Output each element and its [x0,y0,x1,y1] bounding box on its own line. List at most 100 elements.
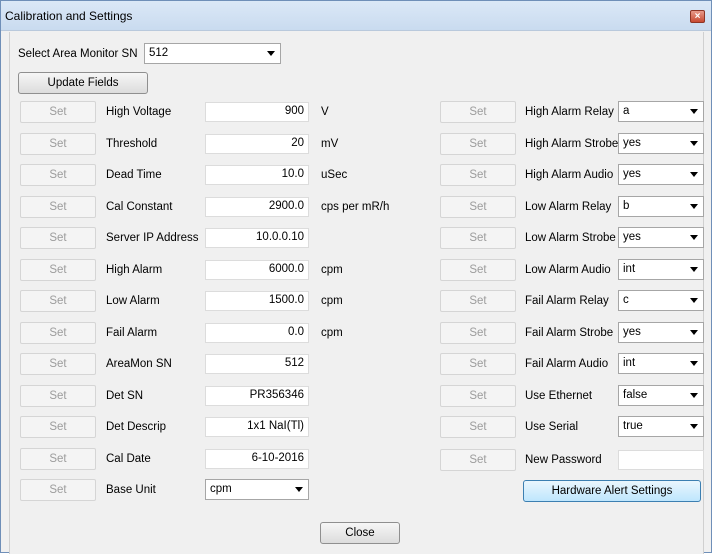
low-alarm-unit: cpm [321,295,343,307]
set-fail-alarm-strobe-button[interactable]: Set [440,321,516,344]
title-bar: Calibration and Settings × [1,1,711,31]
set-high-alarm-button[interactable]: Set [20,258,96,281]
fail-alarm-audio-select[interactable]: int [618,353,704,374]
monitor-sn-select[interactable]: 512 [144,43,281,64]
high-alarm-audio-value: yes [623,168,641,180]
low-alarm-audio-label: Low Alarm Audio [525,263,611,276]
use-ethernet-select[interactable]: false [618,384,704,406]
set-cal-constant-button[interactable]: Set [20,195,96,218]
chevron-down-icon [690,298,698,303]
high-alarm-relay-label: High Alarm Relay [525,106,614,118]
use-serial-label: Use Serial [525,421,579,433]
set-server-ip-address-button[interactable]: Set [20,227,96,249]
cal-constant-field[interactable]: 2900.0 [205,196,309,217]
det-sn-field[interactable]: PR356346 [205,385,309,406]
low-alarm-audio-value: int [623,262,636,275]
set-use-serial-button[interactable]: Set [440,416,516,438]
server-ip-address-field[interactable]: 10.0.0.10 [205,228,309,248]
low-alarm-label: Low Alarm [106,295,160,307]
set-det-descrip-button[interactable]: Set [20,416,96,438]
set-base-unit-button[interactable]: Set [20,479,96,501]
det-sn-label: Det SN [106,389,144,402]
server-ip-address-label: Server IP Address [106,232,199,244]
fail-alarm-strobe-value: yes [623,325,641,338]
areamon-sn-field[interactable]: 512 [205,354,309,374]
dead-time-field[interactable]: 10.0 [205,165,309,185]
high-voltage-label: High Voltage [106,106,172,118]
high-voltage-field[interactable]: 900 [205,102,309,122]
fail-alarm-label: Fail Alarm [106,326,158,339]
high-alarm-strobe-label: High Alarm Strobe [525,137,619,150]
use-serial-select[interactable]: true [618,416,704,437]
set-dead-time-button[interactable]: Set [20,164,96,186]
threshold-label: Threshold [106,137,158,150]
cal-date-label: Cal Date [106,452,151,465]
low-alarm-audio-select[interactable]: int [618,258,704,280]
high-alarm-audio-select[interactable]: yes [618,164,704,185]
det-descrip-field[interactable]: 1x1 NaI(Tl) [205,417,309,437]
chevron-down-icon [690,235,698,240]
set-areamon-sn-button[interactable]: Set [20,353,96,375]
dead-time-label: Dead Time [106,169,162,181]
cal-constant-unit: cps per mR/h [321,200,390,213]
dead-time-unit: uSec [321,169,348,181]
fail-alarm-field[interactable]: 0.0 [205,322,309,343]
areamon-sn-label: AreaMon SN [106,358,172,370]
low-alarm-relay-value: b [623,199,630,212]
chevron-down-icon [690,140,698,146]
set-cal-date-button[interactable]: Set [20,447,96,470]
fail-alarm-relay-select[interactable]: c [618,290,704,311]
set-low-alarm-button[interactable]: Set [20,290,96,312]
base-unit-label: Base Unit [106,484,156,496]
set-fail-alarm-relay-button[interactable]: Set [440,290,516,312]
close-button[interactable]: Close [320,522,400,544]
use-serial-value: true [623,420,643,432]
cal-constant-label: Cal Constant [106,200,173,213]
high-alarm-strobe-value: yes [623,136,641,149]
set-use-ethernet-button[interactable]: Set [440,384,516,407]
set-low-alarm-strobe-button[interactable]: Set [440,227,516,249]
settings-window: Calibration and Settings × Select Area M… [0,0,712,554]
monitor-sn-value: 512 [149,47,169,59]
set-password-button[interactable]: Set [440,449,516,471]
window-title: Calibration and Settings [5,9,133,23]
chevron-down-icon [267,51,275,56]
fail-alarm-unit: cpm [321,326,343,339]
chevron-down-icon [690,203,698,209]
low-alarm-relay-select[interactable]: b [618,195,704,217]
hardware-alert-settings-button[interactable]: Hardware Alert Settings [523,480,701,502]
low-alarm-field[interactable]: 1500.0 [205,291,309,311]
low-alarm-strobe-select[interactable]: yes [618,227,704,248]
fail-alarm-strobe-select[interactable]: yes [618,321,704,343]
high-alarm-unit: cpm [321,263,343,276]
update-fields-button[interactable]: Update Fields [18,72,148,94]
threshold-unit: mV [321,137,339,150]
set-high-alarm-audio-button[interactable]: Set [440,164,516,186]
set-high-alarm-strobe-button[interactable]: Set [440,132,516,155]
close-window-icon[interactable]: × [690,10,705,23]
chevron-down-icon [690,109,698,114]
set-fail-alarm-audio-button[interactable]: Set [440,353,516,375]
new-password-field[interactable] [618,450,704,470]
high-alarm-field[interactable]: 6000.0 [205,259,309,280]
fail-alarm-strobe-label: Fail Alarm Strobe [525,326,614,339]
set-low-alarm-relay-button[interactable]: Set [440,195,516,218]
fail-alarm-relay-label: Fail Alarm Relay [525,295,609,307]
set-fail-alarm-button[interactable]: Set [20,321,96,344]
set-high-voltage-button[interactable]: Set [20,101,96,123]
threshold-field[interactable]: 20 [205,133,309,154]
set-high-alarm-relay-button[interactable]: Set [440,101,516,123]
high-alarm-relay-value: a [623,105,630,117]
set-threshold-button[interactable]: Set [20,132,96,155]
set-low-alarm-audio-button[interactable]: Set [440,258,516,281]
chevron-down-icon [690,172,698,177]
high-alarm-relay-select[interactable]: a [618,101,704,122]
low-alarm-relay-label: Low Alarm Relay [525,200,612,213]
high-alarm-strobe-select[interactable]: yes [618,132,704,154]
high-alarm-audio-label: High Alarm Audio [525,169,614,181]
base-unit-value: cpm [210,483,232,495]
cal-date-field[interactable]: 6-10-2016 [205,448,309,469]
set-det-sn-button[interactable]: Set [20,384,96,407]
base-unit-select[interactable]: cpm [205,479,309,500]
fail-alarm-audio-value: int [623,357,636,369]
